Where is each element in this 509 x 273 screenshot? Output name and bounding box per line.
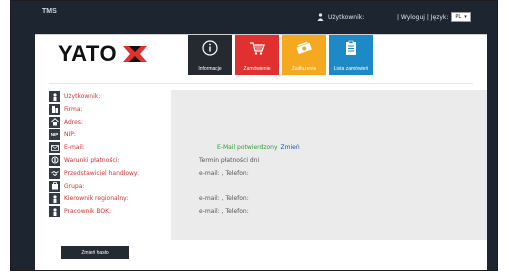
clipboard-icon bbox=[346, 40, 356, 55]
email-status: E-Mail potwierdzony Zmień bbox=[217, 144, 300, 151]
chevron-down-icon: ▾ bbox=[464, 14, 467, 20]
detail-value: e-mail: , Telefon: bbox=[199, 208, 249, 216]
yato-logo: YATO bbox=[58, 41, 163, 66]
tab-informacje[interactable]: Informacje bbox=[188, 35, 232, 75]
user-info: Użytkownik: bbox=[317, 13, 364, 21]
person-icon bbox=[317, 13, 324, 21]
session-controls: | Wyloguj | Język: PL ▾ bbox=[397, 12, 471, 22]
person-icon bbox=[49, 91, 60, 102]
email-confirmed-text: E-Mail potwierdzony bbox=[217, 144, 278, 152]
detail-row-sales-rep: Przedstawiciel handlowy: e-mail: , Telef… bbox=[49, 167, 479, 179]
account-details: Użytkownik: Firma: Adres: NIP NIP: E-mai… bbox=[49, 91, 479, 219]
detail-label: Grupa: bbox=[64, 182, 85, 190]
manager-icon bbox=[49, 193, 60, 205]
nip-icon: NIP bbox=[49, 129, 60, 141]
tab-zadluzenie[interactable]: Zadłużenie bbox=[282, 35, 326, 75]
handshake-icon bbox=[49, 167, 60, 179]
change-password-button[interactable]: Zmień hasło bbox=[61, 246, 129, 259]
tab-label: Informacje bbox=[198, 66, 222, 72]
detail-row-user: Użytkownik: bbox=[49, 91, 479, 102]
detail-label: E-mail: bbox=[64, 144, 85, 152]
tab-label: Zadłużenie bbox=[291, 66, 317, 72]
detail-row-email: E-mail: E-Mail potwierdzony Zmień bbox=[49, 142, 479, 154]
detail-value: Termin płatności dni bbox=[199, 156, 260, 164]
info-icon bbox=[202, 40, 218, 56]
detail-row-group: Grupa: bbox=[49, 180, 479, 192]
detail-row-company: Firma: bbox=[49, 103, 479, 115]
worker-icon bbox=[49, 206, 60, 218]
detail-row-payment: Warunki płatności: Termin płatności dni bbox=[49, 154, 479, 166]
detail-label: Pracownik BOK: bbox=[64, 208, 112, 216]
home-icon bbox=[49, 116, 60, 128]
content-card: YATO Informacje Zamówienie Zadłużenie Li… bbox=[35, 34, 487, 270]
main-nav: Informacje Zamówienie Zadłużenie Lista z… bbox=[188, 35, 373, 75]
browser-frame: TMS Użytkownik: | Wyloguj | Język: PL ▾ … bbox=[10, 0, 498, 271]
tab-lista-zamowien[interactable]: Lista zamówień bbox=[329, 35, 373, 75]
detail-label: Użytkownik: bbox=[64, 93, 101, 100]
language-select[interactable]: PL ▾ bbox=[451, 12, 471, 22]
tab-zamowienie[interactable]: Zamówienie bbox=[235, 35, 279, 75]
detail-row-address: Adres: bbox=[49, 116, 479, 128]
cart-icon bbox=[250, 42, 265, 55]
money-icon bbox=[296, 41, 312, 55]
detail-label: Przedstawiciel handlowy: bbox=[64, 169, 140, 177]
top-bar: TMS Użytkownik: | Wyloguj | Język: PL ▾ bbox=[11, 1, 497, 34]
envelope-icon bbox=[49, 142, 60, 154]
logo-text: YATO bbox=[58, 41, 118, 66]
tab-label: Lista zamówień bbox=[333, 66, 369, 72]
divider bbox=[49, 83, 473, 84]
group-icon bbox=[49, 180, 60, 192]
detail-value: e-mail: , Telefon: bbox=[199, 169, 249, 177]
tab-label: Zamówienie bbox=[243, 66, 271, 72]
detail-label: NIP: bbox=[64, 131, 76, 139]
detail-label: Adres: bbox=[64, 118, 83, 126]
payment-icon bbox=[49, 154, 60, 166]
building-icon bbox=[49, 103, 60, 115]
detail-label: Kierownik regionalny: bbox=[64, 195, 129, 203]
detail-label: Firma: bbox=[64, 105, 83, 113]
brand-label: TMS bbox=[42, 8, 57, 15]
yato-logo-icon bbox=[123, 46, 148, 62]
detail-row-bok-worker: Pracownik BOK: e-mail: , Telefon: bbox=[49, 206, 479, 218]
user-label: Użytkownik: bbox=[328, 13, 365, 21]
detail-value: e-mail: , Telefon: bbox=[199, 195, 249, 203]
detail-row-regional-manager: Kierownik regionalny: e-mail: , Telefon: bbox=[49, 193, 479, 205]
detail-row-nip: NIP NIP: bbox=[49, 129, 479, 141]
logout-link[interactable]: | Wyloguj | Język: bbox=[397, 14, 448, 21]
language-value: PL bbox=[455, 14, 462, 20]
detail-label: Warunki płatności: bbox=[64, 156, 120, 164]
change-email-link[interactable]: Zmień bbox=[281, 144, 300, 151]
